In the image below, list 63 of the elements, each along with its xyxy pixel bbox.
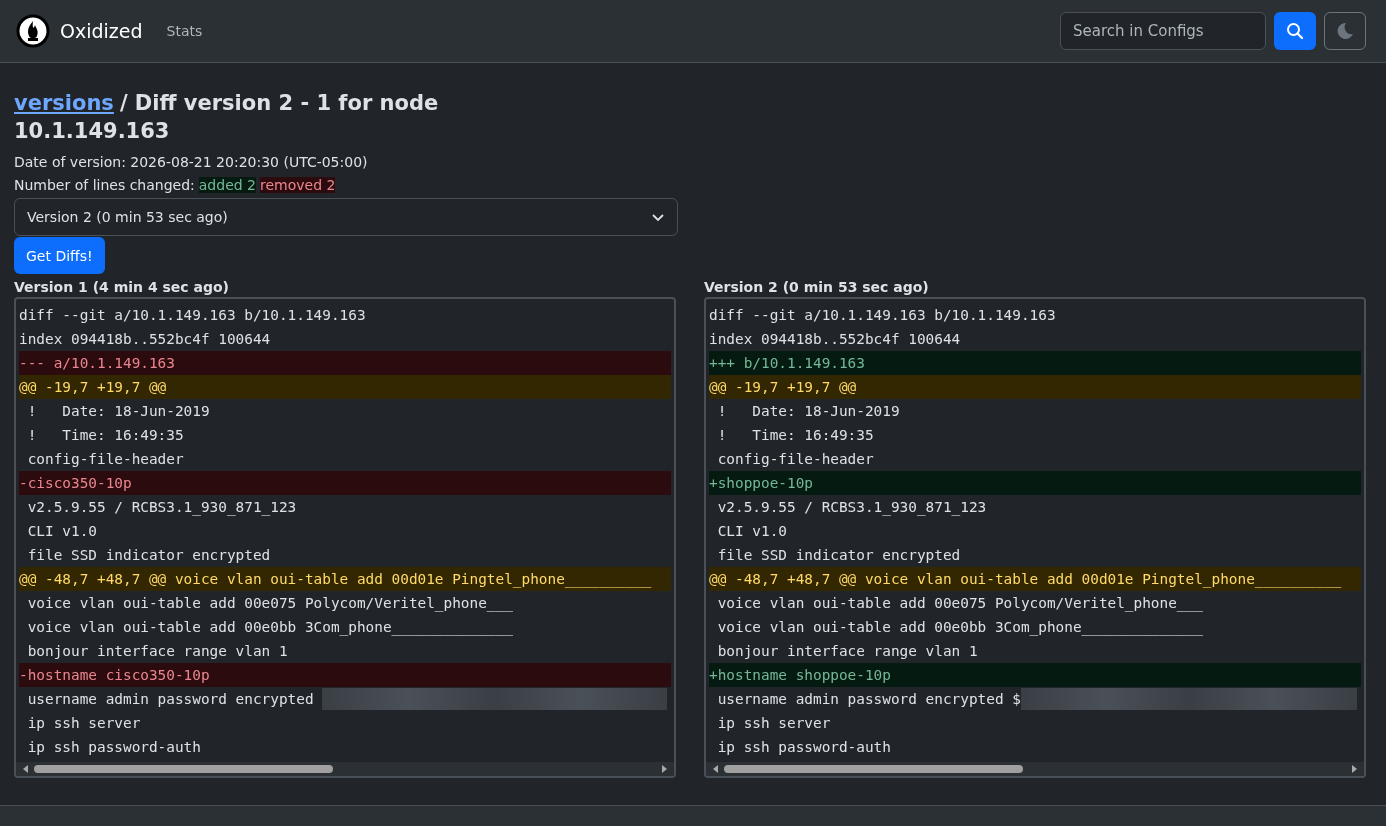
diff-line: voice vlan oui-table add 00e0bb 3Com_phone______________	[716, 618, 1203, 638]
version-heading: Version 2 (0 min 53 sec ago)	[704, 278, 930, 297]
diff-line: v2.5.9.55 / RCBS3.1_930_871_123	[26, 498, 297, 518]
diff-line: @@ -19,7 +19,7 @@	[709, 378, 857, 397]
horizontal-scrollbar[interactable]	[706, 762, 1364, 776]
diff-line: +shoppoe-10p	[709, 474, 813, 493]
diff-line: index 094418b..552bc4f 100644	[19, 330, 271, 349]
added-count: added 2	[198, 177, 256, 193]
search-field[interactable]: Search in Configs	[1060, 12, 1266, 50]
diff-line: voice vlan oui-table add 00e075 Polycom/Veritel_phone___	[716, 594, 1203, 614]
moon-icon	[1336, 22, 1354, 40]
theme-toggle-button[interactable]	[1324, 12, 1366, 50]
diff-line: CLI v1.0	[716, 522, 787, 541]
diff-line: diff --git a/10.1.149.163 b/10.1.149.163	[19, 306, 366, 325]
removed-count: removed 2	[260, 177, 336, 193]
node-address: 10.1.149.163	[14, 118, 171, 145]
diff-line: file SSD indicator encrypted	[26, 546, 271, 565]
diff-line: voice vlan oui-table add 00e075 Polycom/Veritel_phone___	[26, 594, 513, 614]
horizontal-scrollbar[interactable]	[16, 762, 674, 776]
scroll-right-icon[interactable]	[1350, 765, 1358, 773]
diff-line: --- a/10.1.149.163	[19, 354, 175, 373]
diff-line: ip ssh password-auth	[716, 738, 891, 757]
diff-line: username admin password encrypted $	[716, 690, 1021, 709]
version-heading: Version 1 (4 min 4 sec ago)	[14, 278, 231, 297]
diff-line: @@ -48,7 +48,7 @@ voice vlan oui-table add 00d01e Pingtel_phone__________	[709, 570, 1342, 590]
diff-line: -cisco350-10p	[19, 474, 132, 493]
scroll-left-icon[interactable]	[22, 765, 30, 773]
stats-link[interactable]: Stats	[166, 23, 203, 39]
title-text: / Diff version 2 - 1 for node	[119, 91, 439, 115]
lines-changed-label: Number of lines changed:	[14, 177, 195, 193]
diff-line: ! Time: 16:49:35	[716, 426, 874, 445]
versions-link[interactable]: versions	[14, 91, 114, 115]
version-select[interactable]: Version 2 (0 min 53 sec ago)	[14, 198, 678, 236]
diff-line: config-file-header	[716, 450, 874, 469]
diff-line: config-file-header	[26, 450, 184, 469]
get-diffs-button[interactable]: Get Diffs!	[14, 237, 105, 274]
diff-line: bonjour interface range vlan 1	[26, 642, 288, 661]
diff-line: index 094418b..552bc4f 100644	[709, 330, 961, 349]
brand-name[interactable]: Oxidized	[60, 20, 143, 42]
diff-line: @@ -48,7 +48,7 @@ voice vlan oui-table add 00d01e Pingtel_phone__________	[19, 570, 652, 590]
diff-line: voice vlan oui-table add 00e0bb 3Com_phone______________	[26, 618, 513, 638]
flame-logo-icon[interactable]	[16, 14, 50, 48]
diff-line: ip ssh password-auth	[26, 738, 201, 757]
diff-line: bonjour interface range vlan 1	[716, 642, 978, 661]
diff-line: CLI v1.0	[26, 522, 97, 541]
diff-line: +hostname shoppoe-10p	[709, 666, 891, 685]
search-icon	[1286, 22, 1304, 40]
scroll-right-icon[interactable]	[660, 765, 668, 773]
diff-line: v2.5.9.55 / RCBS3.1_930_871_123	[716, 498, 987, 518]
scroll-left-icon[interactable]	[712, 765, 720, 773]
diff-line: diff --git a/10.1.149.163 b/10.1.149.163	[709, 306, 1056, 325]
diff-line: file SSD indicator encrypted	[716, 546, 961, 565]
diff-line: ! Time: 16:49:35	[26, 426, 184, 445]
search-button[interactable]	[1274, 12, 1316, 50]
diff-line: ip ssh server	[26, 714, 141, 733]
diff-line: @@ -19,7 +19,7 @@	[19, 378, 167, 397]
diff-line: ! Date: 18-Jun-2019	[26, 402, 210, 421]
diff-line: ip ssh server	[716, 714, 831, 733]
version-date: Date of version: 2026-08-21 20:20:30 (UTC-05:00)	[14, 153, 369, 172]
diff-line: ! Date: 18-Jun-2019	[716, 402, 900, 421]
diff-line: +++ b/10.1.149.163	[709, 354, 865, 373]
diff-line: username admin password encrypted	[26, 690, 315, 709]
diff-line: -hostname cisco350-10p	[19, 666, 210, 685]
